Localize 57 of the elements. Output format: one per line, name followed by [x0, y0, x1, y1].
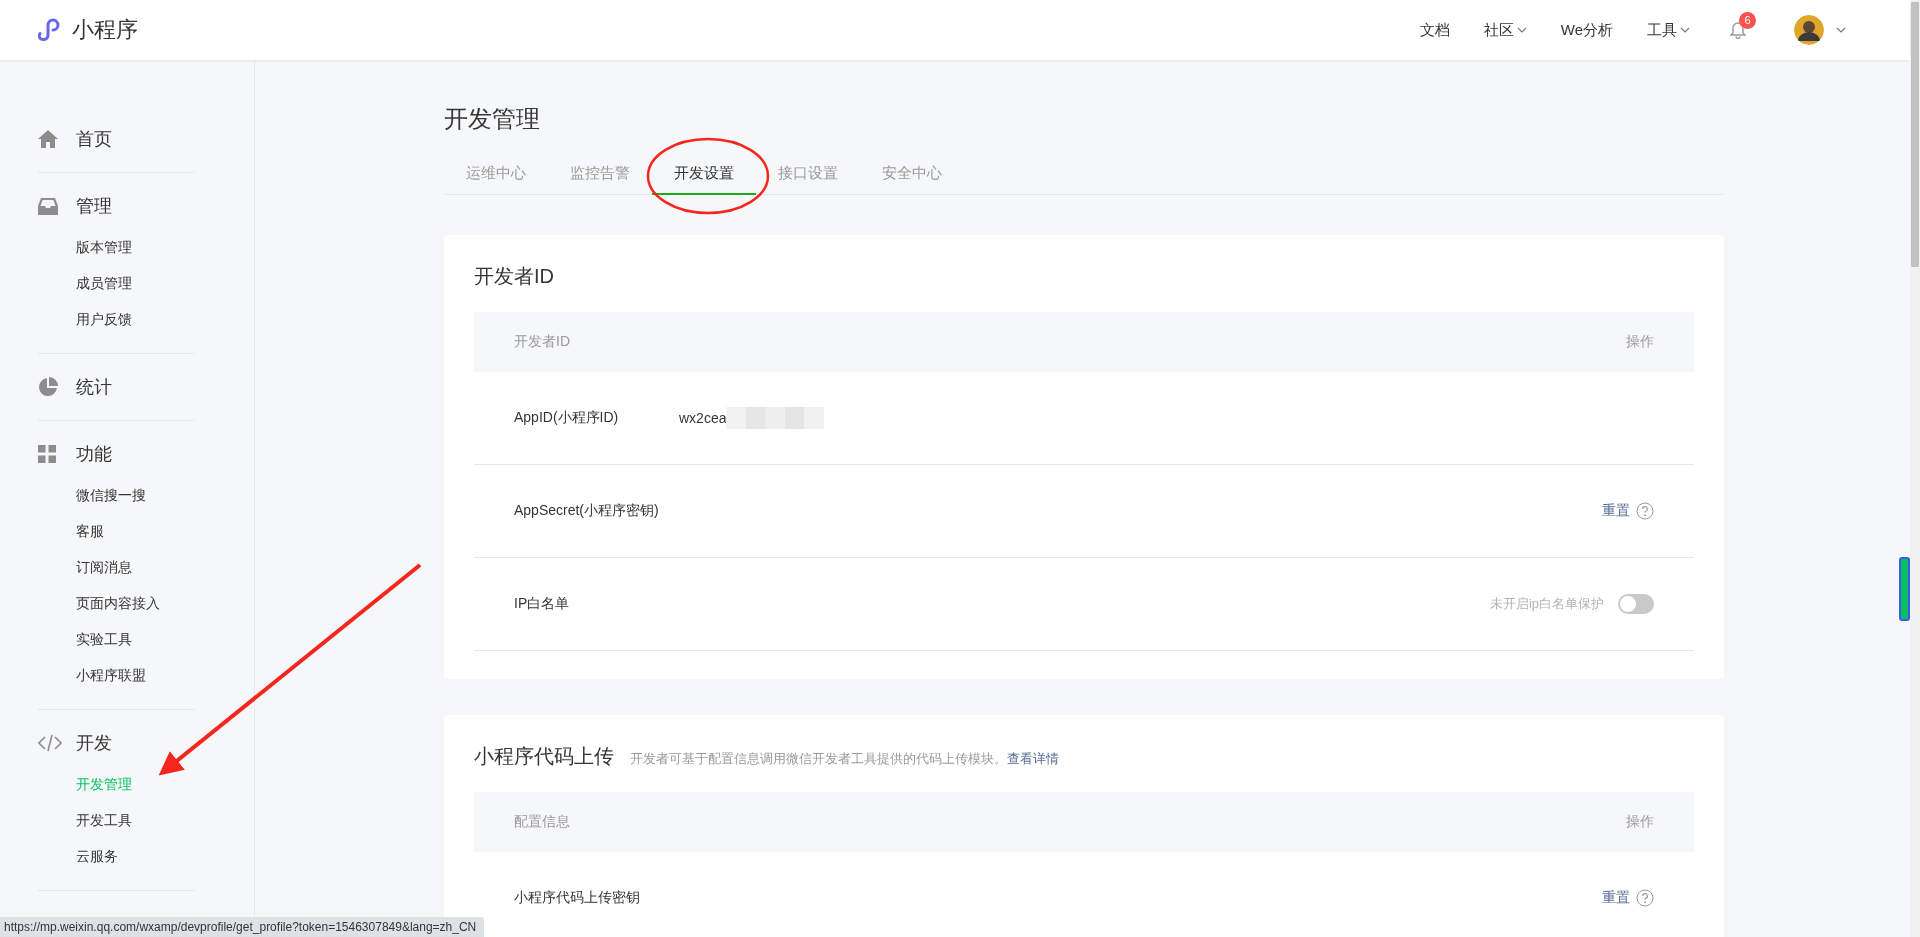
tab[interactable]: 开发设置: [652, 155, 756, 195]
column-header: 操作: [1626, 333, 1654, 351]
nav-link[interactable]: We分析: [1560, 20, 1613, 40]
row-label: 小程序代码上传密钥: [514, 889, 641, 907]
sidebar-item[interactable]: 客服: [76, 513, 195, 549]
inbox-icon: [38, 197, 58, 215]
column-header: 配置信息: [514, 813, 570, 831]
side-widget[interactable]: [1899, 557, 1910, 621]
sidebar-item[interactable]: 用户反馈: [76, 301, 195, 337]
details-link[interactable]: 查看详情: [1007, 751, 1059, 766]
sidebar-section[interactable]: 统计: [76, 375, 112, 399]
scrollbar-thumb[interactable]: [1911, 2, 1919, 267]
caret-icon: [1836, 27, 1846, 33]
app-id-value: wx2cea: [679, 410, 727, 426]
code-icon: [38, 734, 62, 752]
sidebar-item[interactable]: 开发工具: [76, 802, 195, 838]
sidebar-section[interactable]: 开发: [76, 731, 112, 755]
avatar[interactable]: [1794, 15, 1824, 45]
pie-chart-icon: [38, 377, 58, 397]
nav-link[interactable]: 社区: [1483, 20, 1527, 40]
row-label: IP白名单: [514, 595, 571, 613]
sidebar-item[interactable]: 成员管理: [76, 265, 195, 301]
sidebar-item[interactable]: 微信搜一搜: [76, 477, 195, 513]
caret-icon: [1680, 27, 1690, 33]
logo-icon[interactable]: [38, 18, 62, 42]
page-title: 开发管理: [444, 104, 541, 134]
sidebar-section[interactable]: 管理: [76, 194, 112, 218]
sidebar-item[interactable]: 版本管理: [76, 229, 195, 265]
caret-icon: [1516, 27, 1527, 33]
home-icon: [38, 130, 58, 148]
column-header: 操作: [1626, 813, 1654, 831]
card-title: 开发者ID: [474, 264, 554, 289]
sidebar-item[interactable]: 小程序联盟: [76, 657, 195, 693]
column-header: 开发者ID: [514, 333, 570, 351]
nav-link[interactable]: 文档: [1419, 20, 1450, 40]
sidebar-section[interactable]: 功能: [76, 442, 112, 466]
card-title: 小程序代码上传: [474, 744, 614, 769]
sidebar-section[interactable]: 首页: [76, 127, 112, 151]
reset-link[interactable]: 重置: [1602, 889, 1630, 907]
logo-text[interactable]: 小程序: [72, 15, 138, 45]
nav-link[interactable]: 工具: [1647, 20, 1690, 40]
sidebar-item[interactable]: 云服务: [76, 838, 195, 874]
notification-badge: 6: [1739, 11, 1756, 29]
help-icon[interactable]: [1636, 502, 1654, 520]
whitelist-status: 未开启ip白名单保护: [1489, 595, 1604, 613]
status-bar-url: https://mp.weixin.qq.com/wxamp/devprofile/get_profile?token=1546307849&lang=zh_CN: [0, 917, 485, 937]
help-icon[interactable]: [1636, 889, 1654, 907]
sidebar-item[interactable]: 页面内容接入: [76, 585, 195, 621]
sidebar-item[interactable]: 订阅消息: [76, 549, 195, 585]
card-description: 开发者可基于配置信息调用微信开发者工具提供的代码上传模块。查看详情: [630, 750, 1059, 768]
bell-icon[interactable]: [1730, 21, 1746, 39]
toggle-switch[interactable]: [1618, 594, 1654, 614]
grid-icon: [38, 445, 56, 463]
reset-link[interactable]: 重置: [1602, 502, 1630, 520]
row-label: AppID(小程序ID): [514, 409, 620, 427]
row-label: AppSecret(小程序密钥): [514, 502, 660, 520]
sidebar-item[interactable]: 实验工具: [76, 621, 195, 657]
